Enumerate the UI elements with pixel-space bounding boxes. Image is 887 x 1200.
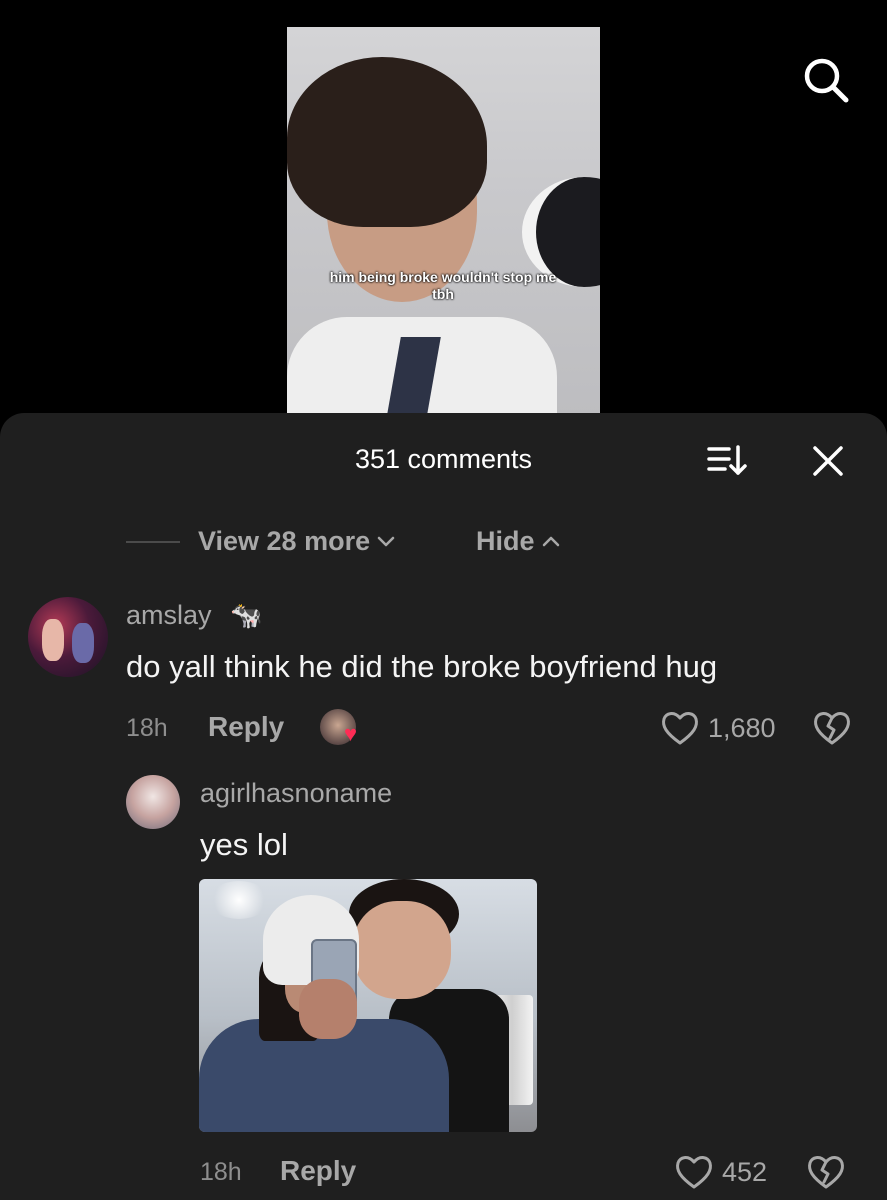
like-button[interactable]	[674, 1153, 714, 1191]
view-more-label: View 28 more	[198, 526, 371, 556]
cow-emoji: 🐄	[230, 600, 263, 630]
like-button[interactable]	[660, 709, 700, 747]
broken-heart-icon	[814, 712, 850, 745]
comment-username[interactable]: amslay	[126, 599, 212, 631]
chevron-down-icon	[377, 536, 395, 547]
like-count: 1,680	[708, 713, 776, 743]
video-player[interactable]: him being broke wouldn't stop me tbh	[0, 0, 887, 430]
comment-username[interactable]: agirlhasnoname	[200, 777, 392, 809]
heart-outline-icon	[662, 712, 698, 745]
close-comments-button[interactable]	[806, 441, 850, 481]
comment-timestamp: 18h	[200, 1158, 242, 1186]
heart-outline-icon	[676, 1156, 712, 1189]
photo-hand-shape	[299, 979, 357, 1039]
hide-label: Hide	[476, 526, 535, 556]
view-more-replies-button[interactable]: View 28 more	[198, 525, 396, 557]
like-count: 452	[722, 1157, 768, 1187]
video-caption: him being broke wouldn't stop me tbh	[329, 269, 557, 302]
reply-button[interactable]: Reply	[208, 711, 284, 743]
comment-timestamp: 18h	[126, 714, 168, 742]
comments-sheet: 351 comments View 28 more Hide amslay 🐄 …	[0, 413, 887, 1200]
photo-light-shape	[209, 881, 269, 919]
video-hair-shape	[287, 57, 487, 227]
avatar-figure-shape	[42, 619, 64, 661]
video-frame[interactable]: him being broke wouldn't stop me tbh	[287, 27, 600, 417]
avatar-figure-shape	[72, 623, 94, 663]
search-icon	[804, 58, 849, 103]
dislike-button[interactable]	[806, 1153, 846, 1191]
comments-count-title: 351 comments	[354, 444, 533, 474]
sort-icon	[707, 445, 747, 475]
search-button[interactable]	[798, 52, 854, 108]
reply-button[interactable]: Reply	[280, 1155, 356, 1187]
comment-text: yes lol	[200, 827, 288, 862]
thread-divider	[126, 541, 180, 543]
comment-photo[interactable]	[199, 879, 537, 1132]
sort-comments-button[interactable]	[705, 441, 749, 479]
photo-face-shape	[353, 901, 451, 999]
broken-heart-icon	[808, 1156, 844, 1189]
dislike-button[interactable]	[812, 709, 852, 747]
hide-replies-button[interactable]: Hide	[476, 525, 561, 557]
close-icon	[813, 446, 843, 476]
chevron-up-icon	[542, 536, 559, 547]
liked-by-creator-badge: ♥	[320, 709, 368, 747]
heart-filled-icon: ♥	[344, 721, 358, 746]
comment-text: do yall think he did the broke boyfriend…	[126, 649, 718, 684]
avatar[interactable]	[126, 775, 180, 829]
avatar[interactable]	[28, 597, 108, 677]
